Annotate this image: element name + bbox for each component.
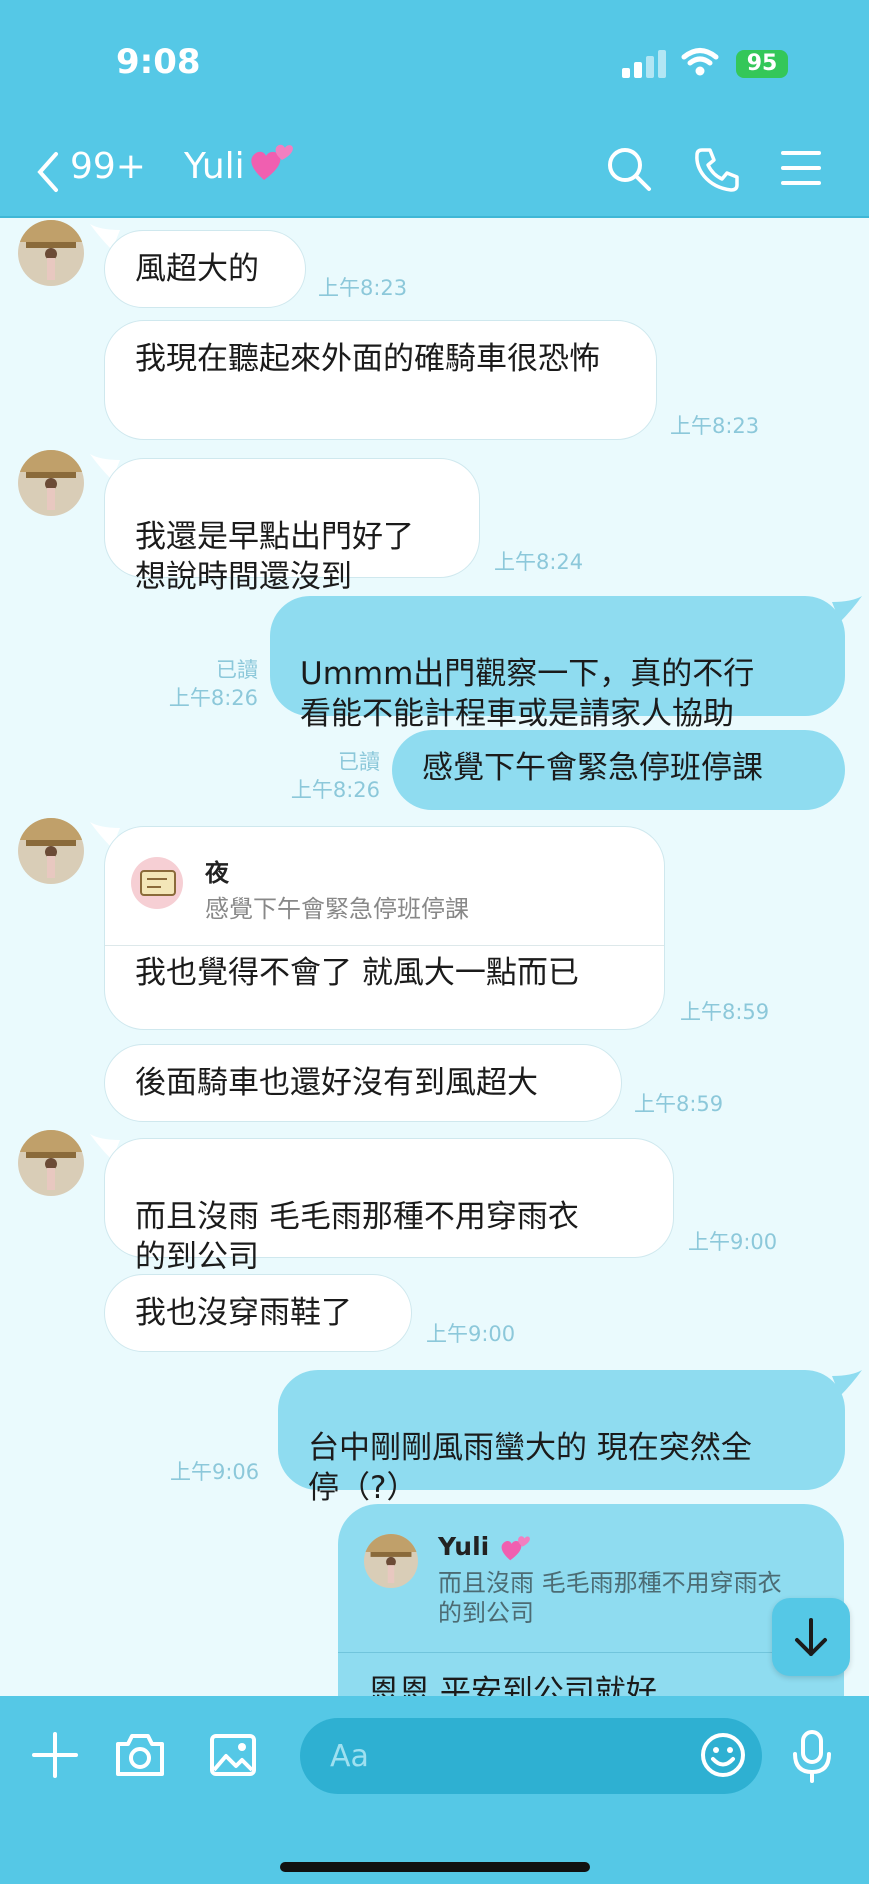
- message-time: 上午8:24: [494, 550, 584, 574]
- message-text: Ummm出門觀察一下，真的不行 看能不能計程車或是請家人協助: [300, 656, 755, 732]
- emoji-icon[interactable]: [698, 1730, 748, 1780]
- message-bubble[interactable]: Ummm出門觀察一下，真的不行 看能不能計程車或是請家人協助: [270, 596, 845, 732]
- message-time: 上午8:23: [318, 276, 408, 300]
- message-text: 恩恩 平安到公司就好: [368, 1674, 657, 1696]
- quoted-text: 而且沒雨 毛毛雨那種不用穿雨衣 的到公司: [438, 1569, 782, 1627]
- back-icon[interactable]: [34, 150, 60, 194]
- message-time: 上午8:59: [680, 1000, 770, 1024]
- camera-icon[interactable]: [114, 1730, 166, 1780]
- message-text: 我還是早點出門好了 想說時間還沒到: [135, 519, 414, 595]
- plus-icon[interactable]: [30, 1730, 80, 1780]
- message-bubble[interactable]: 後面騎車也還好沒有到風超大: [104, 1044, 622, 1122]
- unread-count[interactable]: 99+: [70, 146, 146, 187]
- message-input[interactable]: [300, 1718, 762, 1794]
- message-bubble[interactable]: 風超大的: [104, 230, 306, 308]
- arrow-down-icon: [795, 1618, 827, 1656]
- quoted-sender: 夜: [205, 859, 229, 887]
- message-time: 上午8:23: [670, 414, 760, 438]
- signal-icon: [622, 48, 666, 78]
- mic-icon[interactable]: [790, 1728, 834, 1784]
- home-indicator: [280, 1862, 590, 1872]
- message-bubble[interactable]: 我也沒穿雨鞋了: [104, 1274, 412, 1352]
- menu-icon[interactable]: [780, 148, 822, 188]
- phone-icon[interactable]: [692, 144, 742, 194]
- input-bar: [0, 1696, 869, 1884]
- message-text: 後面騎車也還好沒有到風超大: [135, 1065, 538, 1101]
- message-text: 我也沒穿雨鞋了: [135, 1295, 352, 1331]
- search-icon[interactable]: [604, 144, 654, 194]
- read-receipt: 已讀 上午8:26: [168, 658, 258, 710]
- read-receipt: 已讀 上午8:26: [290, 750, 380, 802]
- message-bubble[interactable]: 而且沒雨 毛毛雨那種不用穿雨衣 的到公司: [104, 1138, 674, 1275]
- avatar[interactable]: [18, 818, 84, 884]
- message-text: 風超大的: [135, 251, 259, 287]
- message-time: 上午9:00: [426, 1322, 516, 1346]
- quoted-text: 感覺下午會緊急停班停課: [205, 895, 469, 923]
- chat-area[interactable]: 風超大的 上午8:23 我現在聽起來外面的確騎車很恐怖 上午8:23 我還是早點…: [0, 218, 869, 1696]
- reply-message-bubble[interactable]: Yuli 而且沒雨 毛毛雨那種不用穿雨衣 的到公司 恩恩 平安到公司就好: [338, 1504, 844, 1696]
- wifi-icon: [681, 48, 719, 76]
- message-bubble[interactable]: 台中剛剛風雨蠻大的 現在突然全 停（?）: [278, 1370, 845, 1506]
- bubble-tail: [832, 596, 862, 622]
- avatar[interactable]: [18, 220, 84, 286]
- quoted-sender: Yuli: [438, 1532, 532, 1563]
- message-text: 感覺下午會緊急停班停課: [422, 750, 763, 786]
- divider: [338, 1652, 844, 1653]
- hearts-icon: [501, 1536, 530, 1561]
- status-time: 9:08: [116, 42, 201, 82]
- chat-header: 99+ Yuli: [0, 130, 869, 218]
- bubble-tail: [832, 1370, 862, 1396]
- scroll-down-button[interactable]: [772, 1598, 850, 1676]
- quoted-avatar: [364, 1534, 418, 1588]
- message-bubble[interactable]: 我還是早點出門好了 想說時間還沒到: [104, 458, 480, 595]
- reply-message-bubble[interactable]: 夜 感覺下午會緊急停班停課 我也覺得不會了 就風大一點而已: [104, 826, 665, 1030]
- avatar[interactable]: [18, 1130, 84, 1196]
- image-icon[interactable]: [208, 1730, 258, 1780]
- message-bubble[interactable]: 我現在聽起來外面的確騎車很恐怖: [104, 320, 657, 440]
- message-time: 上午8:59: [634, 1092, 724, 1116]
- message-time: 上午9:06: [170, 1460, 260, 1484]
- divider: [105, 945, 664, 946]
- message-bubble[interactable]: 感覺下午會緊急停班停課: [392, 730, 845, 810]
- message-text: 我也覺得不會了 就風大一點而已: [135, 955, 579, 991]
- message-time: 上午9:00: [688, 1230, 778, 1254]
- chat-title[interactable]: Yuli: [184, 146, 245, 187]
- hearts-icon: [251, 144, 293, 180]
- status-bar: 9:08 95 99+ Yuli: [0, 0, 869, 218]
- message-text: 而且沒雨 毛毛雨那種不用穿雨衣 的到公司: [135, 1199, 579, 1275]
- quoted-sticker-icon: [131, 857, 183, 909]
- battery-indicator: 95: [736, 50, 788, 78]
- avatar[interactable]: [18, 450, 84, 516]
- message-text: 台中剛剛風雨蠻大的 現在突然全 停（?）: [308, 1430, 752, 1506]
- message-text: 我現在聽起來外面的確騎車很恐怖: [135, 341, 600, 377]
